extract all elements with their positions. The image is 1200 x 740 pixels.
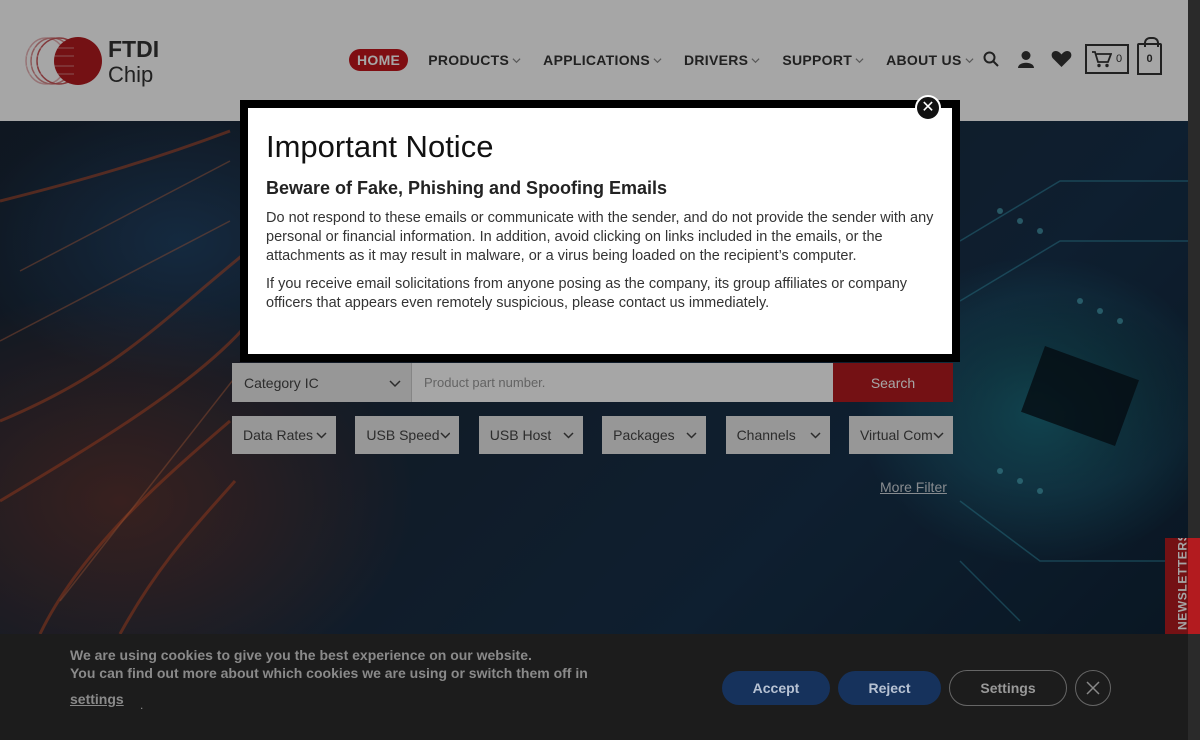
cookie-close-button[interactable] — [1075, 670, 1111, 706]
modal-subtitle: Beware of Fake, Phishing and Spoofing Em… — [266, 178, 668, 198]
modal-content: Important Notice Beware of Fake, Phishin… — [248, 108, 952, 354]
important-notice-modal: Important Notice Beware of Fake, Phishin… — [240, 100, 960, 362]
close-icon: ✕ — [921, 99, 935, 116]
cookie-reject-button[interactable]: Reject — [838, 671, 941, 705]
cookie-consent-bar: We are using cookies to give you the bes… — [0, 634, 1188, 740]
modal-title: Important Notice — [266, 129, 494, 164]
cookie-settings-link[interactable]: settings — [70, 691, 124, 707]
cookie-link-separator: . — [140, 698, 144, 712]
modal-close-button[interactable]: ✕ — [915, 95, 941, 121]
close-icon — [1086, 681, 1100, 695]
modal-paragraph: If you receive email solicitations from … — [266, 276, 908, 311]
cookie-message: We are using cookies to give you the bes… — [70, 646, 650, 682]
cookie-accept-button[interactable]: Accept — [722, 671, 830, 705]
cookie-settings-button[interactable]: Settings — [949, 670, 1067, 706]
cookie-message-line: We are using cookies to give you the bes… — [70, 647, 532, 663]
modal-paragraph: Do not respond to these emails or commun… — [266, 210, 934, 264]
cookie-message-line: You can find out more about which cookie… — [70, 665, 588, 681]
